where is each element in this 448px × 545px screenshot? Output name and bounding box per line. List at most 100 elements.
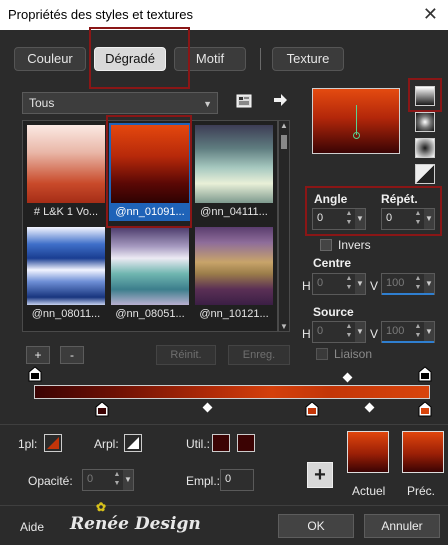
title-bar: Propriétés des styles et textures ✕ bbox=[0, 0, 448, 30]
source-h-label: H bbox=[302, 327, 311, 341]
rectangular-gradient-style-icon[interactable] bbox=[415, 112, 435, 132]
location-label: Empl.: bbox=[186, 474, 221, 488]
opacity-stop-left[interactable] bbox=[28, 366, 42, 385]
direction-handle[interactable] bbox=[353, 132, 360, 139]
scroll-up-icon[interactable]: ▲ bbox=[280, 121, 288, 130]
stop-color-label: 1pl: bbox=[18, 437, 38, 451]
source-h-stepper[interactable]: 0 ▲ ▼ ▼ bbox=[312, 321, 366, 343]
center-h-stepper[interactable]: 0 ▲ ▼ ▼ bbox=[312, 273, 366, 295]
help-link[interactable]: Aide bbox=[20, 520, 44, 534]
chevron-down-icon[interactable]: ▼ bbox=[355, 322, 365, 342]
swatch-caption: @nn_08051... bbox=[115, 308, 185, 320]
renee-design-logo: ✿ Renée Design bbox=[70, 500, 201, 534]
background-stop-swatch[interactable] bbox=[124, 434, 142, 452]
swatch-preview bbox=[195, 227, 273, 305]
chevron-down-icon[interactable]: ▼ bbox=[424, 274, 434, 294]
gradient-swatch[interactable]: @nn_08051... bbox=[109, 225, 191, 323]
invert-label: Invers bbox=[338, 238, 371, 252]
sunburst-gradient-style-icon[interactable] bbox=[415, 164, 435, 184]
swatch-caption: @nn_10121... bbox=[199, 308, 269, 320]
logo-text: Renée Design bbox=[70, 514, 201, 534]
gradient-swatch[interactable]: @nn_10121... bbox=[193, 225, 275, 323]
tab-couleur[interactable]: Couleur bbox=[14, 47, 86, 71]
direction-handle-line bbox=[356, 105, 357, 135]
tab-separator bbox=[260, 48, 261, 70]
chevron-down-icon[interactable]: ▼ bbox=[424, 322, 434, 342]
color-midpoint[interactable] bbox=[202, 402, 213, 413]
arrow-right-icon[interactable] bbox=[272, 92, 288, 111]
location-value: 0 bbox=[225, 473, 232, 485]
center-h-value: 0 bbox=[317, 277, 324, 289]
category-dropdown[interactable]: Tous ▼ bbox=[22, 92, 218, 114]
scroll-down-icon[interactable]: ▼ bbox=[280, 322, 288, 331]
color-midpoint[interactable] bbox=[364, 402, 375, 413]
user-color-swatch-2[interactable] bbox=[237, 434, 255, 452]
logo-flower-icon: ✿ bbox=[96, 500, 107, 514]
link-label: Liaison bbox=[334, 347, 373, 361]
ok-button[interactable]: OK bbox=[278, 514, 354, 538]
resource-manager-icon[interactable] bbox=[236, 93, 252, 112]
gradient-swatch[interactable]: @nn_04111... bbox=[193, 123, 275, 221]
center-v-stepper[interactable]: 100 ▲ ▼ ▼ bbox=[381, 273, 435, 295]
gradient-swatch[interactable]: @nn_08011... bbox=[25, 225, 107, 323]
chevron-down-icon[interactable]: ▼ bbox=[123, 470, 133, 490]
section-divider bbox=[0, 424, 448, 425]
opacity-midpoint[interactable] bbox=[342, 372, 353, 383]
gradient-editor-bar[interactable] bbox=[34, 385, 430, 399]
source-label: Source bbox=[313, 305, 354, 319]
remove-gradient-button[interactable]: - bbox=[60, 346, 84, 364]
link-checkbox[interactable] bbox=[316, 348, 328, 360]
cancel-button[interactable]: Annuler bbox=[364, 514, 440, 538]
stepper-arrows-icon[interactable]: ▲ ▼ bbox=[413, 274, 423, 294]
gradient-preview[interactable] bbox=[312, 88, 400, 154]
location-field[interactable]: 0 bbox=[220, 469, 254, 491]
center-h-label: H bbox=[302, 279, 311, 293]
gallery-scrollbar[interactable]: ▲ ▼ bbox=[278, 120, 290, 332]
background-stop-label: Arpl: bbox=[94, 437, 119, 451]
chevron-down-icon[interactable]: ▼ bbox=[355, 274, 365, 294]
focus-underline bbox=[382, 293, 434, 295]
current-gradient-swatch[interactable] bbox=[347, 431, 389, 473]
tab-texture[interactable]: Texture bbox=[272, 47, 344, 71]
opacity-value: 0 bbox=[87, 473, 94, 485]
color-stop-mid[interactable] bbox=[305, 401, 319, 420]
source-v-stepper[interactable]: 100 ▲ ▼ ▼ bbox=[381, 321, 435, 343]
add-swatch-button[interactable]: + bbox=[307, 462, 333, 488]
current-label: Actuel bbox=[352, 484, 386, 498]
foreground-stop-swatch[interactable] bbox=[44, 434, 62, 452]
swatch-preview bbox=[195, 125, 273, 203]
previous-gradient-swatch[interactable] bbox=[402, 431, 444, 473]
center-v-label: V bbox=[370, 279, 379, 293]
swatch-preview bbox=[27, 227, 105, 305]
center-v-value: 100 bbox=[386, 277, 405, 289]
opacity-stepper[interactable]: 0 ▲ ▼ ▼ bbox=[82, 469, 134, 491]
invert-checkbox[interactable] bbox=[320, 239, 332, 251]
swatch-caption: @nn_04111... bbox=[200, 206, 268, 218]
source-h-value: 0 bbox=[317, 325, 324, 337]
color-stop-orange[interactable] bbox=[418, 401, 432, 420]
add-gradient-button[interactable]: + bbox=[26, 346, 50, 364]
swatch-preview bbox=[111, 227, 189, 305]
stepper-arrows-icon[interactable]: ▲ ▼ bbox=[112, 470, 122, 490]
radial-gradient-style-icon[interactable] bbox=[415, 138, 435, 158]
highlight-style-frame bbox=[408, 78, 442, 112]
save-button[interactable]: Enreg. bbox=[228, 345, 290, 365]
user-color-swatch[interactable] bbox=[212, 434, 230, 452]
opacity-stop-right[interactable] bbox=[418, 366, 432, 385]
close-icon[interactable]: ✕ bbox=[423, 4, 438, 25]
swatch-caption: @nn_08011... bbox=[31, 308, 101, 320]
scroll-thumb[interactable] bbox=[281, 135, 287, 149]
previous-label: Préc. bbox=[407, 484, 436, 498]
chevron-down-icon: ▼ bbox=[203, 99, 212, 109]
color-stop-dark[interactable] bbox=[95, 401, 109, 420]
focus-underline bbox=[382, 341, 434, 343]
stepper-arrows-icon[interactable]: ▲ ▼ bbox=[344, 322, 354, 342]
highlight-swatch-frame bbox=[106, 115, 192, 228]
reset-button[interactable]: Réinit. bbox=[156, 345, 216, 365]
stepper-arrows-icon[interactable]: ▲ ▼ bbox=[413, 322, 423, 342]
source-v-value: 100 bbox=[386, 325, 405, 337]
stepper-arrows-icon[interactable]: ▲ ▼ bbox=[344, 274, 354, 294]
window-title: Propriétés des styles et textures bbox=[8, 7, 193, 22]
gradient-swatch[interactable]: # L&K 1 Vo... bbox=[25, 123, 107, 221]
user-color-label: Util.: bbox=[186, 437, 210, 451]
